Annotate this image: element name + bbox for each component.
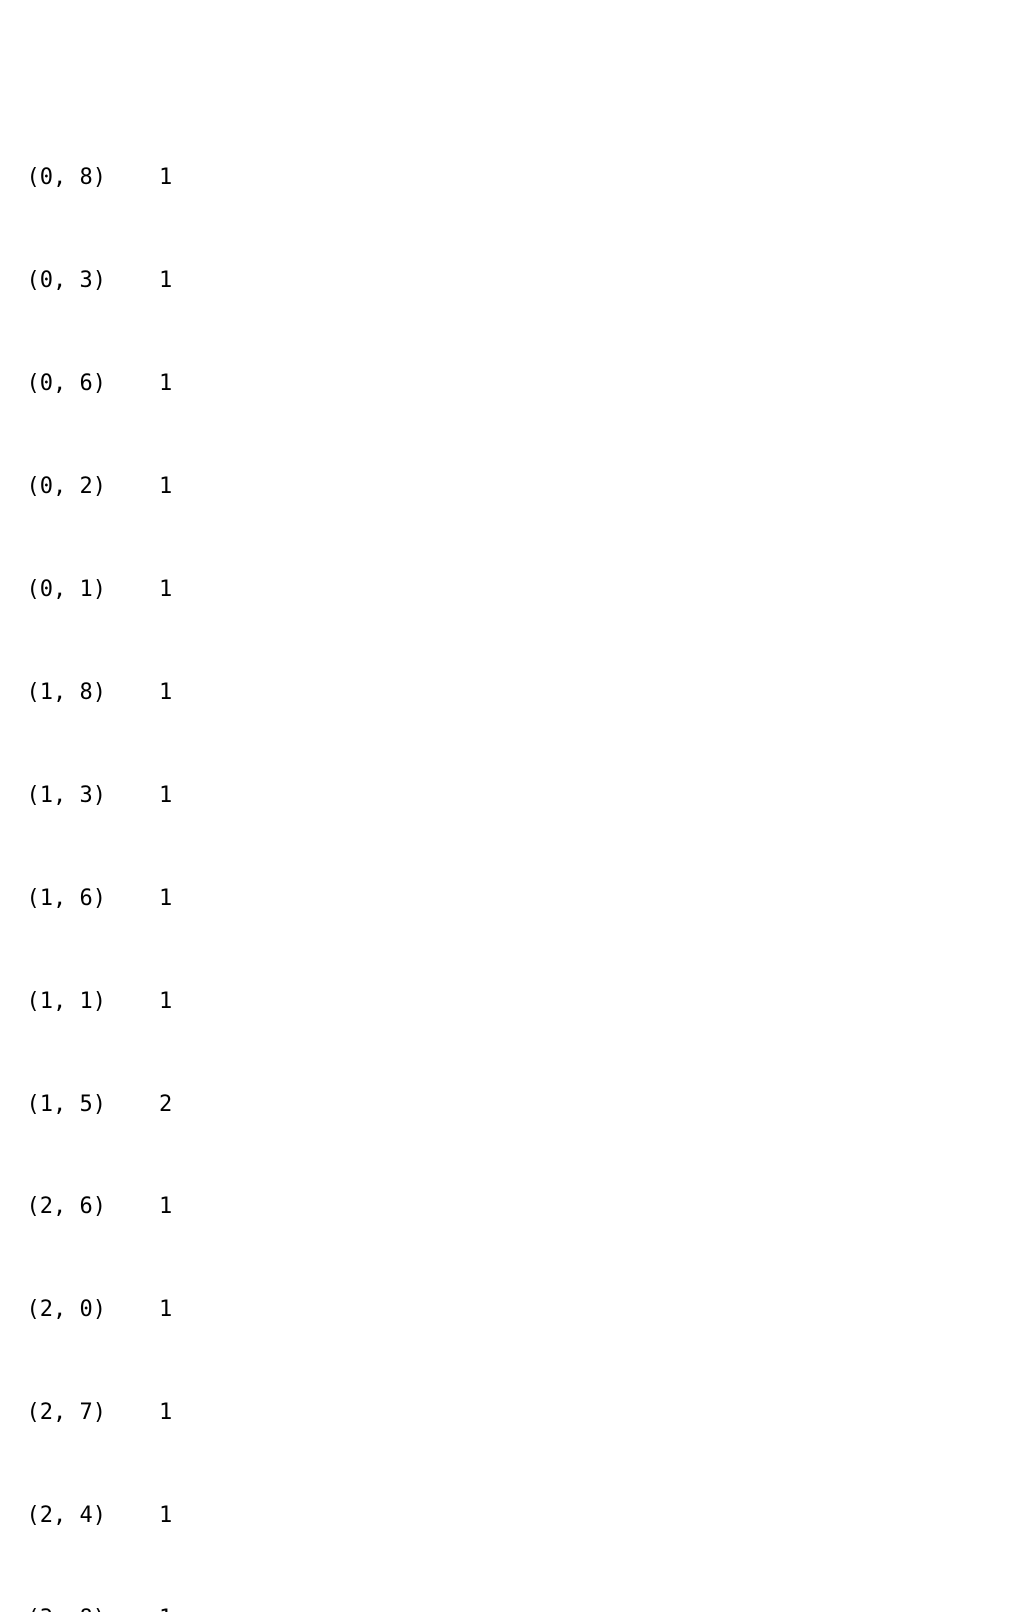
coo-entry-row: (1, 6) 1 [0, 885, 173, 911]
coo-entry-row: (0, 2) 1 [0, 474, 173, 500]
coo-entry-row: (3, 8) 1 [0, 1602, 1017, 1612]
coo-entry-row: (2, 0) 1 [0, 1297, 173, 1323]
coo-entry-row: (2, 4) 1 [0, 1503, 173, 1529]
coo-entry-row: (0, 3) 1 [0, 268, 173, 294]
coo-entry-row: (0, 1) 1 [0, 577, 173, 603]
coo-entry-row: (1, 8) 1 [0, 679, 173, 705]
coo-entry-row: (1, 1) 1 [0, 988, 173, 1014]
console-output: (0, 8) 1 (0, 3) 1 (0, 6) 1 (0, 2) 1 (0, … [0, 0, 1017, 1612]
coo-entry-row: (0, 6) 1 [0, 371, 173, 397]
coo-entry-row: (2, 7) 1 [0, 1400, 173, 1426]
coo-entry-row: (0, 8) 1 [0, 165, 173, 191]
coo-entry-row: (1, 3) 1 [0, 782, 173, 808]
coo-entry-row: (2, 6) 1 [0, 1194, 173, 1220]
sparse-matrix-listing: (0, 8) 1 (0, 3) 1 (0, 6) 1 (0, 2) 1 (0, … [0, 93, 1017, 1612]
coo-entry-row: (1, 5) 2 [0, 1091, 173, 1117]
